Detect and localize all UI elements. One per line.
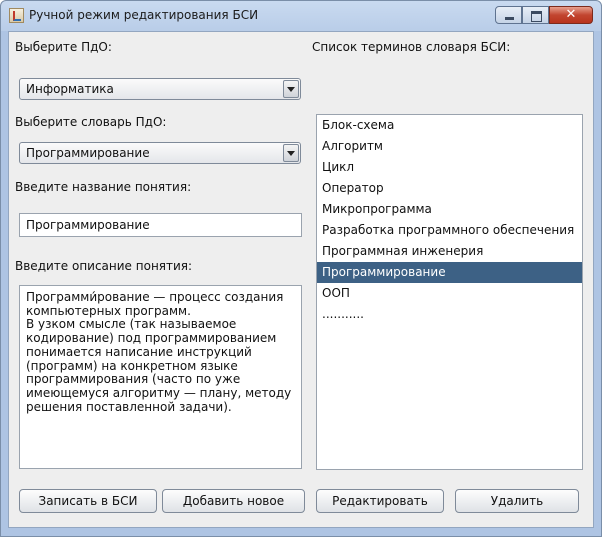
list-item[interactable]: Разработка программного обеспечения xyxy=(317,220,582,241)
pdo-select[interactable]: Информатика xyxy=(19,78,301,100)
dict-select-value: Программирование xyxy=(26,146,150,160)
close-icon: ✕ xyxy=(565,7,577,22)
window-controls: ✕ xyxy=(495,6,593,24)
app-window: Ручной режим редактирования БСИ ✕ Выбери… xyxy=(0,0,602,537)
save-to-bsi-button[interactable]: Записать в БСИ xyxy=(19,489,157,513)
list-item[interactable]: Блок-схема xyxy=(317,115,582,136)
list-item[interactable]: Микропрограмма xyxy=(317,199,582,220)
title-bar[interactable]: Ручной режим редактирования БСИ ✕ xyxy=(1,1,601,31)
desc-label: Введите описание понятия: xyxy=(15,259,193,273)
dict-label: Выберите словарь ПдО: xyxy=(15,115,167,129)
dict-select[interactable]: Программирование xyxy=(19,142,301,164)
name-label: Введите название понятия: xyxy=(15,180,192,194)
concept-name-input[interactable]: Программирование xyxy=(19,213,302,237)
add-new-button[interactable]: Добавить новое xyxy=(162,489,305,513)
list-item[interactable]: Программная инженерия xyxy=(317,241,582,262)
edit-button[interactable]: Редактировать xyxy=(316,489,444,513)
list-item[interactable]: Алгоритм xyxy=(317,136,582,157)
list-item-selected[interactable]: Программирование xyxy=(317,262,582,283)
delete-button[interactable]: Удалить xyxy=(455,489,579,513)
pdo-select-value: Информатика xyxy=(26,82,114,96)
list-item[interactable]: ........... xyxy=(317,304,582,325)
concept-description-textarea[interactable]: Программи́рование — процесс создания ком… xyxy=(19,285,302,469)
list-item[interactable]: ООП xyxy=(317,283,582,304)
minimize-icon xyxy=(505,17,514,20)
list-item[interactable]: Оператор xyxy=(317,178,582,199)
java-app-icon xyxy=(9,8,24,23)
window-title: Ручной режим редактирования БСИ xyxy=(29,8,259,22)
chevron-down-icon[interactable] xyxy=(283,80,299,98)
close-button[interactable]: ✕ xyxy=(549,6,593,24)
terms-list[interactable]: Блок-схема Алгоритм Цикл Оператор Микроп… xyxy=(316,114,583,470)
list-item[interactable]: Цикл xyxy=(317,157,582,178)
terms-list-label: Список терминов словаря БСИ: xyxy=(312,40,511,54)
pdo-label: Выберите ПдО: xyxy=(15,40,112,54)
chevron-down-icon[interactable] xyxy=(283,144,299,162)
maximize-button[interactable] xyxy=(522,6,549,24)
content-panel: Выберите ПдО: Информатика Выберите слова… xyxy=(8,31,594,528)
minimize-button[interactable] xyxy=(495,6,522,24)
maximize-icon xyxy=(531,11,542,22)
